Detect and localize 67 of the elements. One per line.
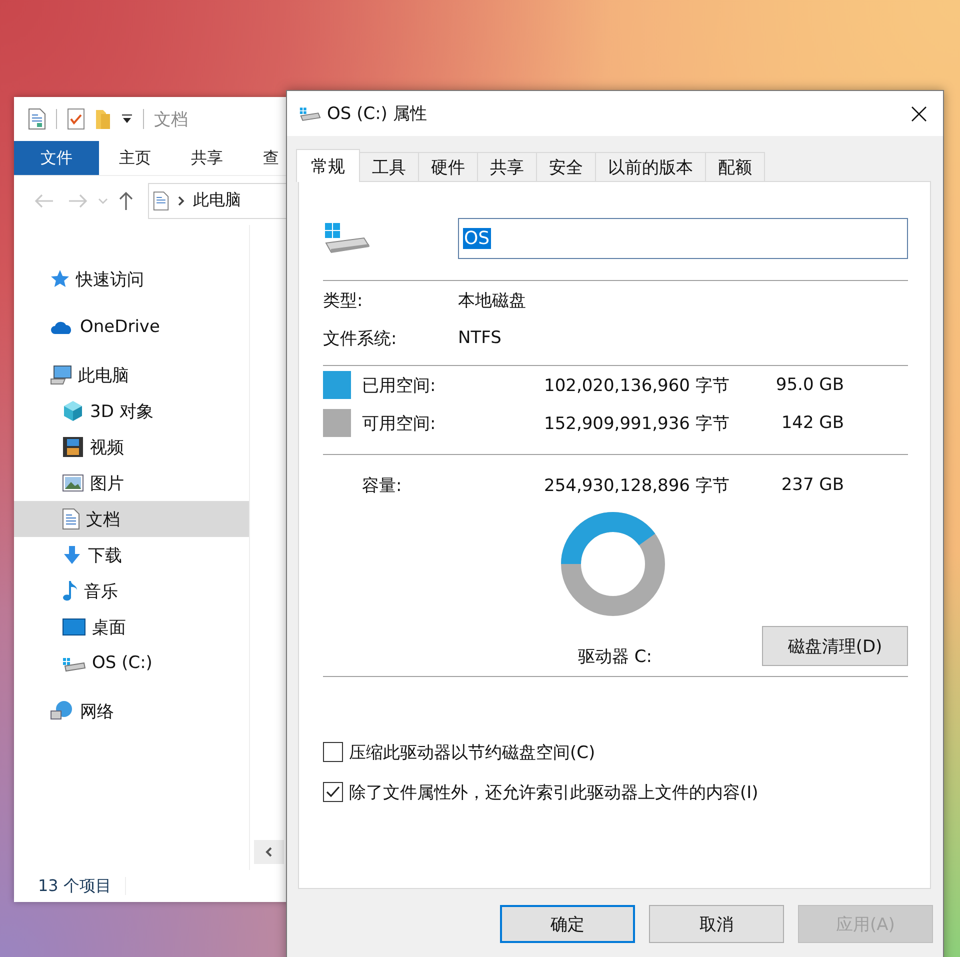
checklist-icon[interactable] xyxy=(67,108,85,130)
scroll-left-button[interactable] xyxy=(254,840,284,864)
sidebar-item[interactable]: 文档 xyxy=(14,501,249,537)
check-icon xyxy=(326,786,340,798)
sidebar-item[interactable]: OS (C:) xyxy=(14,645,249,681)
computer-icon xyxy=(50,365,72,385)
sidebar-item[interactable]: 下载 xyxy=(14,537,249,573)
address-text: 此电脑 xyxy=(193,190,241,211)
field-value: NTFS xyxy=(458,328,502,348)
field-label: 类型: xyxy=(323,290,364,312)
music-note-icon xyxy=(62,580,78,602)
sidebar-item[interactable]: 快速访问 xyxy=(14,261,249,297)
sidebar-item[interactable]: 图片 xyxy=(14,465,249,501)
sidebar-item[interactable]: OneDrive xyxy=(14,309,249,345)
dialog-title: OS (C:) 属性 xyxy=(327,103,428,125)
checkbox[interactable] xyxy=(323,782,343,802)
sidebar-item[interactable]: 3D 对象 xyxy=(14,393,249,429)
sidebar-item[interactable]: 视频 xyxy=(14,429,249,465)
close-icon[interactable] xyxy=(911,106,927,122)
document-icon xyxy=(62,508,80,530)
ribbon-tab[interactable]: 文件 xyxy=(14,141,99,175)
chevron-right-icon xyxy=(177,194,185,206)
byte-count: 102,020,136,960 字节 xyxy=(544,374,730,396)
cube-icon xyxy=(62,400,84,422)
drive-label: 驱动器 C: xyxy=(578,646,652,668)
drive-icon xyxy=(323,221,371,255)
chevron-left-icon xyxy=(265,846,273,858)
field-value: 本地磁盘 xyxy=(458,290,526,312)
ribbon-tab[interactable]: 查 xyxy=(243,141,299,175)
document-icon xyxy=(153,190,169,210)
checkbox-label: 除了文件属性外，还允许索引此驱动器上文件的内容(I) xyxy=(349,782,758,804)
space-label: 已用空间: xyxy=(362,374,437,396)
desktop-icon xyxy=(62,618,86,636)
sidebar-item[interactable]: 此电脑 xyxy=(14,357,249,393)
sidebar-item[interactable]: 音乐 xyxy=(14,573,249,609)
space-label: 容量: xyxy=(362,474,403,496)
checkbox[interactable] xyxy=(323,742,343,762)
tab[interactable]: 常规 xyxy=(296,149,360,182)
byte-count: 254,930,128,896 字节 xyxy=(544,474,730,496)
tab[interactable]: 配额 xyxy=(705,152,765,181)
image-icon xyxy=(62,474,84,492)
size-value: 237 GB xyxy=(780,475,844,495)
size-value: 142 GB xyxy=(780,413,844,433)
ribbon-tab[interactable]: 共享 xyxy=(171,141,243,175)
size-value: 95.0 GB xyxy=(774,375,844,395)
drive-icon xyxy=(299,104,321,122)
sidebar-item[interactable]: 桌面 xyxy=(14,609,249,645)
film-icon xyxy=(62,436,84,458)
byte-count: 152,909,991,936 字节 xyxy=(544,412,730,434)
window-title: 文档 xyxy=(154,108,188,130)
up-icon[interactable] xyxy=(118,190,134,210)
network-icon xyxy=(50,700,74,722)
space-label: 可用空间: xyxy=(362,412,437,434)
ribbon-tab[interactable]: 主页 xyxy=(99,141,171,175)
download-icon xyxy=(62,545,82,565)
star-icon xyxy=(50,269,70,289)
checkbox-label: 压缩此驱动器以节约磁盘空间(C) xyxy=(349,742,596,764)
dialog-button[interactable]: 取消 xyxy=(649,905,784,943)
item-count: 13 个项目 xyxy=(38,876,112,896)
name-field[interactable]: OS xyxy=(458,218,908,258)
field-label: 文件系统: xyxy=(323,328,398,350)
sidebar-item[interactable]: 网络 xyxy=(14,693,249,729)
document-icon[interactable] xyxy=(28,108,46,130)
cloud-icon xyxy=(50,319,74,335)
dropdown-icon[interactable] xyxy=(121,114,133,124)
disk-cleanup-button[interactable]: 磁盘清理(D) xyxy=(762,626,908,666)
dialog-button[interactable]: 确定 xyxy=(500,905,635,943)
